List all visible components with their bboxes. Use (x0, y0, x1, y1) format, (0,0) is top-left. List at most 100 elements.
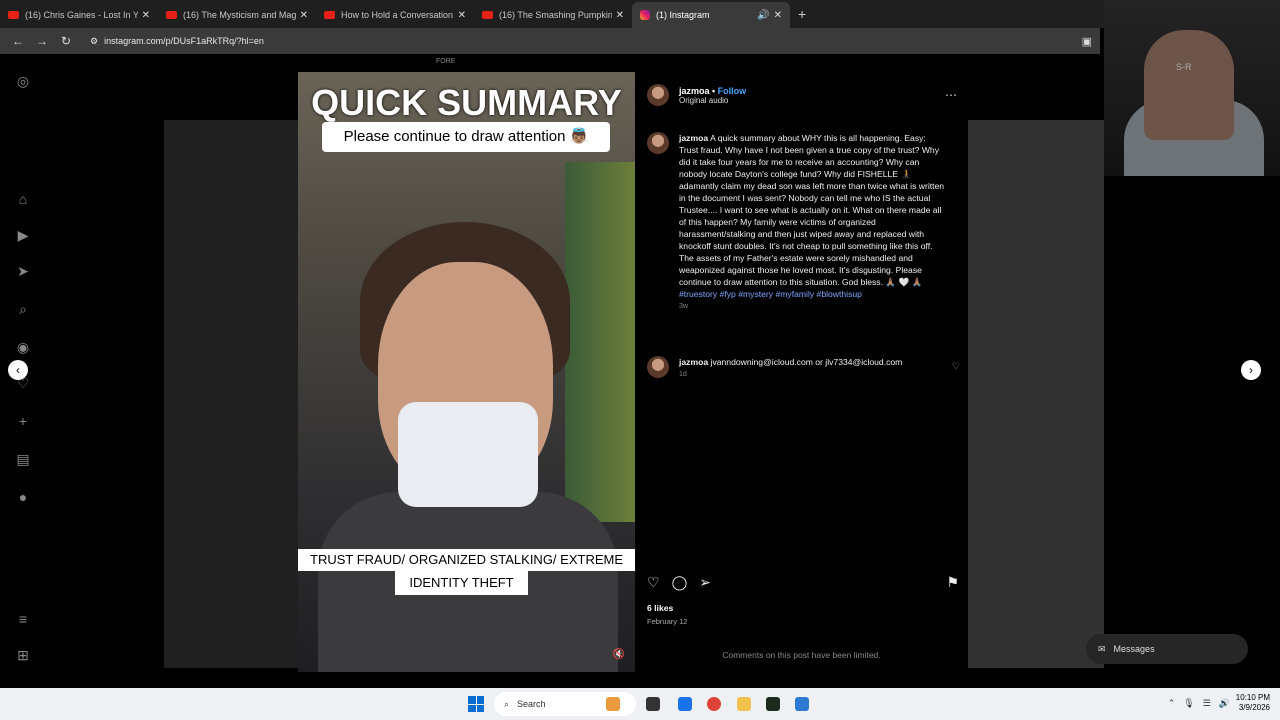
post-actions: ♡ ◯ ➢ ⚑ (647, 574, 959, 591)
webcam-person (1144, 30, 1234, 140)
app-icon[interactable] (795, 697, 809, 711)
clock-time: 10:10 PM (1235, 693, 1270, 702)
back-icon[interactable]: ← (8, 34, 28, 48)
close-icon[interactable]: ✕ (774, 10, 782, 21)
share-icon[interactable]: ➢ (699, 574, 711, 591)
network-icon[interactable]: ☰ (1203, 698, 1211, 709)
tab-3[interactable]: How to Hold a Conversation w ✕ (316, 2, 474, 28)
next-post-preview (968, 120, 1104, 668)
reload-icon[interactable]: ↻ (56, 34, 76, 48)
tab-title: (16) The Smashing Pumpkins - (499, 10, 612, 20)
more-options-icon[interactable]: ⋯ (945, 88, 957, 102)
comment: jazmoa jvanndowning@icloud.com or jlv733… (647, 356, 965, 378)
chrome-icon[interactable] (707, 697, 721, 711)
dashboard-icon[interactable]: ▤ (14, 450, 32, 468)
screen-share-icon[interactable]: ▣ (1082, 35, 1092, 48)
video-headline: QUICK SUMMARY (311, 82, 622, 123)
post-video[interactable]: QUICK SUMMARY Please continue to draw at… (298, 72, 635, 672)
tab-1[interactable]: (16) Chris Gaines - Lost In You | ✕ (0, 2, 158, 28)
avatar[interactable] (647, 356, 669, 378)
messenger-icon: ✉ (1098, 643, 1106, 654)
system-tray: ⌃ 🎙 ☰ 🔊 (1168, 698, 1230, 709)
site-info-icon[interactable]: ⚙ (90, 36, 98, 47)
caption-age: 3w (679, 303, 688, 310)
xbox-icon[interactable] (766, 697, 780, 711)
video-caption-bottom: TRUST FRAUD/ ORGANIZED STALKING/ EXTREME (298, 549, 635, 571)
volume-icon[interactable]: 🔊 (1219, 698, 1230, 709)
webcam-overlay: S-R (1104, 0, 1280, 176)
messages-button[interactable]: ✉ Messages (1086, 634, 1248, 664)
url-field[interactable]: ⚙ instagram.com/p/DUsF1aRkTRq/?hl=en (90, 36, 264, 47)
youtube-icon (8, 11, 19, 19)
clock-date: 3/9/2026 (1238, 703, 1270, 712)
author-name[interactable]: jazmoa (679, 86, 710, 96)
post-details-panel: jazmoa • Follow Original audio ⋯ jazmoa … (635, 72, 968, 672)
tab-strip: (16) Chris Gaines - Lost In You | ✕ (16) … (0, 0, 1280, 28)
face-mask (398, 402, 538, 507)
speaker-icon[interactable]: 🔊 (757, 10, 769, 21)
caption-author[interactable]: jazmoa (679, 133, 708, 143)
instagram-logo-icon[interactable]: ◎ (14, 72, 32, 90)
windows-start-icon[interactable] (468, 696, 484, 712)
post-header: jazmoa • Follow Original audio ⋯ (647, 84, 957, 106)
tab-title: How to Hold a Conversation w (341, 10, 454, 20)
avatar[interactable] (647, 132, 669, 154)
search-icon[interactable]: ⌕ (14, 300, 32, 318)
comment-age: 1d (679, 371, 687, 378)
audio-label[interactable]: Original audio (679, 96, 746, 105)
youtube-icon (166, 11, 177, 19)
close-icon[interactable]: ✕ (616, 10, 624, 21)
hashtags[interactable]: #truestory #fyp #mystery #myfamily #blow… (679, 289, 862, 299)
like-count[interactable]: 6 likes (647, 603, 673, 613)
next-post-button[interactable]: › (1241, 360, 1261, 380)
task-view-icon[interactable] (646, 697, 660, 711)
comment-text: jvanndowning@icloud.com or jlv7334@iclou… (710, 357, 903, 367)
explore-icon[interactable]: ◉ (14, 338, 32, 356)
bookmark-icon[interactable]: ⚑ (946, 574, 959, 591)
chevron-up-icon[interactable]: ⌃ (1168, 698, 1176, 709)
background-plant (565, 162, 635, 522)
more-apps-icon[interactable]: ⊞ (14, 646, 32, 664)
widgets-icon[interactable] (606, 697, 620, 711)
close-icon[interactable]: ✕ (458, 10, 466, 21)
tab-5[interactable]: (1) Instagram 🔊 ✕ (632, 2, 790, 28)
overlay-text: FORE (436, 58, 456, 65)
close-icon[interactable]: ✕ (142, 10, 150, 21)
windows-taskbar: ⌕ Search ⌃ 🎙 ☰ 🔊 10:10 PM 3/9/2026 (0, 688, 1280, 720)
tab-title: (1) Instagram (656, 10, 710, 20)
post-caption: jazmoa A quick summary about WHY this is… (647, 132, 957, 310)
new-tab-button[interactable]: + (798, 6, 806, 22)
tab-title: (16) The Mysticism and Magic o (183, 10, 296, 20)
clock[interactable]: 10:10 PM 3/9/2026 (1236, 693, 1270, 713)
avatar[interactable] (647, 84, 669, 106)
youtube-icon (482, 11, 493, 19)
comment-like-icon[interactable]: ♡ (952, 361, 960, 372)
edge-icon[interactable] (678, 697, 692, 711)
profile-icon[interactable]: ● (14, 488, 32, 506)
previous-post-preview (164, 120, 298, 668)
tab-2[interactable]: (16) The Mysticism and Magic o ✕ (158, 2, 316, 28)
menu-icon[interactable]: ≡ (14, 610, 32, 628)
close-icon[interactable]: ✕ (300, 10, 308, 21)
messages-label: Messages (1113, 644, 1155, 654)
comments-limited-notice: Comments on this post have been limited. (722, 650, 881, 660)
home-icon[interactable]: ⌂ (14, 190, 32, 208)
comment-author[interactable]: jazmoa (679, 357, 708, 367)
like-icon[interactable]: ♡ (647, 574, 660, 591)
send-icon[interactable]: ➤ (14, 262, 32, 280)
microphone-icon[interactable]: 🎙 (1183, 698, 1194, 709)
forward-icon[interactable]: → (32, 34, 52, 48)
instagram-icon (640, 10, 650, 20)
comment-icon[interactable]: ◯ (672, 574, 688, 591)
search-icon: ⌕ (504, 698, 510, 709)
mute-icon[interactable]: 🔇 (613, 649, 625, 660)
follow-button[interactable]: Follow (718, 86, 747, 96)
previous-post-button[interactable]: ‹ (8, 360, 28, 380)
reels-icon[interactable]: ▶ (14, 226, 32, 244)
url-text: instagram.com/p/DUsF1aRkTRq/?hl=en (104, 36, 264, 46)
tab-4[interactable]: (16) The Smashing Pumpkins - ✕ (474, 2, 632, 28)
chair-logo: S-R (1176, 62, 1192, 72)
create-icon[interactable]: + (14, 412, 32, 430)
file-explorer-icon[interactable] (737, 697, 751, 711)
address-bar-row: ← → ↻ ⚙ instagram.com/p/DUsF1aRkTRq/?hl=… (0, 28, 1100, 54)
